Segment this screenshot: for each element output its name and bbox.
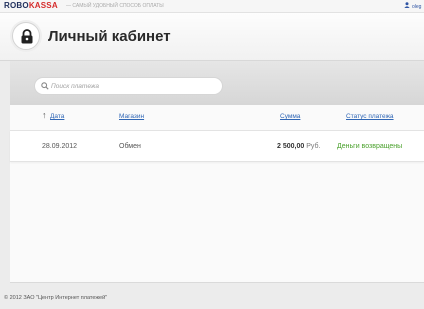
row-amount-currency: Руб.	[306, 143, 321, 150]
search-input[interactable]	[51, 80, 219, 92]
row-shop: Обмен	[119, 143, 141, 150]
search-box[interactable]	[34, 77, 223, 95]
sort-arrow-icon[interactable]: ↑	[42, 111, 47, 120]
row-amount: 2 500,00 Руб.	[277, 142, 320, 151]
user-icon	[404, 2, 410, 11]
logo-text-kassa: KASSA	[28, 1, 58, 10]
column-header-shop[interactable]: Магазин	[119, 113, 144, 120]
row-amount-value: 2 500,00	[277, 143, 305, 150]
footer-copyright: © 2012 ЗАО "Центр Интернет платежей"	[4, 295, 108, 301]
robokassa-logo[interactable]: ROBOKASSA	[4, 1, 58, 11]
user-name: oleg	[412, 3, 422, 10]
top-bar: ROBOKASSA — САМЫЙ УДОБНЫЙ СПОСОБ ОПЛАТЫ …	[0, 0, 424, 13]
logo-text-robo: ROBO	[4, 1, 29, 10]
search-icon	[41, 82, 49, 90]
search-toolbar	[10, 61, 424, 105]
row-date: 28.09.2012	[42, 143, 78, 150]
column-header-date[interactable]: Дата	[50, 113, 64, 120]
tagline: — САМЫЙ УДОБНЫЙ СПОСОБ ОПЛАТЫ	[66, 3, 164, 9]
user-menu[interactable]: oleg	[404, 2, 421, 11]
page-title: Личный кабинет	[48, 28, 171, 45]
table-row[interactable]: 28.09.2012 Обмен 2 500,00 Руб. Деньги во…	[10, 130, 424, 162]
page-header: Личный кабинет	[0, 13, 424, 61]
column-header-status[interactable]: Статус платежа	[346, 113, 394, 120]
row-status: Деньги возвращены	[337, 143, 403, 150]
column-header-amount[interactable]: Сумма	[280, 113, 300, 120]
payments-panel: ↑ Дата Магазин Сумма Статус платежа 28.0…	[10, 105, 424, 283]
lock-icon	[21, 29, 33, 44]
lock-badge	[12, 22, 40, 50]
